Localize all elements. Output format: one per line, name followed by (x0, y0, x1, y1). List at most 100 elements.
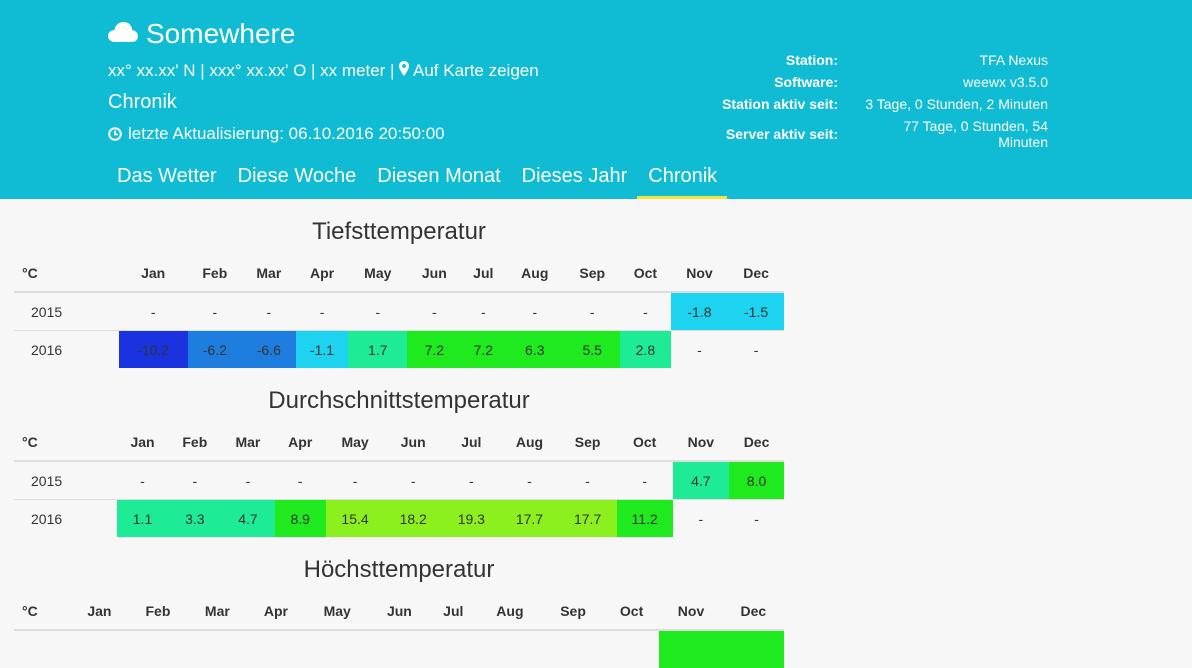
temperature-cell: - (558, 460, 617, 500)
month-header: Mar (221, 423, 275, 462)
year-cell (14, 629, 71, 668)
month-header: Apr (274, 423, 326, 462)
temperature-cell (247, 629, 305, 668)
temperature-cell: -1.5 (728, 291, 784, 331)
temperature-cell: 7.2 (461, 330, 506, 368)
unit-header: °C (14, 423, 117, 462)
clock-icon (108, 127, 122, 141)
temperature-cell: - (461, 291, 506, 331)
month-header: May (325, 423, 385, 462)
history-content: Tiefsttemperatur °C Jan Feb Mar Apr May Jun Jul A… (14, 199, 784, 668)
month-header: Aug (500, 423, 559, 462)
temperature-cell: 3.3 (168, 499, 222, 537)
station-info-value: weewx v3.5.0 (963, 74, 1048, 90)
temperature-cell (304, 629, 370, 668)
year-cell: 2016 (14, 499, 117, 537)
temperature-cell: - (118, 291, 188, 331)
temperature-table: °C Jan Feb Mar Apr May Jun Jul Aug Sep Oct Nov Dec 20… (14, 423, 784, 537)
temperature-cell: 18.2 (384, 499, 443, 537)
month-header: Oct (616, 423, 673, 462)
temperature-cell: -6.6 (241, 330, 296, 368)
month-header: Mar (187, 592, 248, 631)
month-header: Oct (620, 254, 671, 293)
month-header: Nov (670, 254, 729, 293)
month-header: Sep (542, 592, 604, 631)
header: Somewhere xx° xx.xx' N | xxx° xx.xx' O |… (0, 0, 1192, 199)
temperature-cell (659, 629, 723, 668)
temperature-cell: 4.7 (672, 460, 730, 500)
temperature-cell: -1.8 (670, 291, 729, 331)
temperature-cell: - (729, 499, 784, 537)
month-header: Feb (128, 592, 188, 631)
nav-tab-chronik[interactable]: Chronik (637, 160, 728, 199)
section-title: Höchsttemperatur (303, 556, 495, 583)
year-cell: 2015 (14, 291, 119, 331)
last-update-text: letzte Aktualisierung: 06.10.2016 20:50:… (128, 124, 445, 143)
month-header: Nov (672, 423, 730, 462)
year-cell: 2015 (14, 460, 117, 500)
unit-header: °C (14, 592, 71, 631)
nav-tab-diese-woche[interactable]: Diese Woche (227, 160, 367, 199)
temperature-cell (187, 629, 248, 668)
temperature-cell (542, 629, 604, 668)
section-title: Durchschnittstemperatur (268, 387, 530, 414)
temperature-cell: 1.1 (116, 499, 169, 537)
month-header: Jul (461, 254, 506, 293)
month-header: Feb (168, 423, 222, 462)
temperature-cell: 7.2 (407, 330, 462, 368)
temperature-cell: 17.7 (500, 499, 559, 537)
temperature-cell: - (672, 499, 730, 537)
cloud-icon (108, 18, 138, 50)
temperature-cell: 15.4 (325, 499, 385, 537)
temperature-cell: - (348, 291, 408, 331)
temperature-cell: - (670, 330, 729, 368)
temperature-cell: 5.5 (564, 330, 621, 368)
station-info-label: Station aktiv seit: (722, 96, 838, 112)
map-link[interactable]: Auf Karte zeigen (399, 61, 539, 80)
location-line: xx° xx.xx' N | xxx° xx.xx' O | xx meter … (108, 61, 539, 81)
map-marker-icon (399, 61, 410, 76)
temperature-cell: - (500, 460, 559, 500)
site-name: Somewhere (146, 18, 296, 49)
month-header: Oct (603, 592, 660, 631)
temperature-cell: - (187, 291, 242, 331)
nav-tab-diesen-monat[interactable]: Diesen Monat (366, 160, 510, 199)
temperature-table: °C Jan Feb Mar Apr May Jun Jul Aug Sep Oct Nov Dec (14, 592, 784, 668)
month-header: Apr (295, 254, 349, 293)
month-header: Jun (384, 423, 443, 462)
station-info-row: Server aktiv seit: 77 Tage, 0 Stunden, 54… (690, 118, 1048, 156)
main-nav: Das Wetter Diese Woche Diesen Monat Dieses … (106, 160, 728, 199)
temperature-cell: 19.3 (442, 499, 501, 537)
year-cell: 2016 (14, 330, 119, 368)
station-info-row: Station: TFA Nexus (690, 52, 1048, 74)
table-row (14, 629, 784, 668)
station-info-label: Server aktiv seit: (725, 126, 838, 142)
temperature-cell (722, 629, 784, 668)
station-info-value: 77 Tage, 0 Stunden, 54 Minuten (903, 118, 1048, 150)
temperature-cell: 8.0 (729, 460, 784, 500)
station-info-value: TFA Nexus (979, 52, 1048, 68)
temperature-cell (603, 629, 660, 668)
temperature-cell (70, 629, 129, 668)
station-info-label: Software: (774, 74, 838, 90)
month-header: Dec (729, 423, 784, 462)
station-info-row: Software: weewx v3.5.0 (690, 74, 1048, 96)
nav-tab-das-wetter[interactable]: Das Wetter (106, 160, 227, 199)
temperature-cell: - (295, 291, 349, 331)
month-header: Jun (407, 254, 462, 293)
temperature-cell: - (616, 460, 673, 500)
temperature-cell: - (241, 291, 296, 331)
nav-tab-dieses-jahr[interactable]: Dieses Jahr (511, 160, 638, 199)
temperature-cell (369, 629, 430, 668)
station-info-row: Station aktiv seit: 3 Tage, 0 Stunden, 2 … (690, 96, 1048, 118)
temperature-table: °C Jan Feb Mar Apr May Jun Jul Aug Sep Oct Nov Dec 20… (14, 254, 784, 368)
month-header: Mar (241, 254, 296, 293)
temperature-cell: - (620, 291, 671, 331)
page-title: Chronik (108, 91, 177, 113)
month-header: May (348, 254, 408, 293)
temperature-cell: 11.2 (616, 499, 673, 537)
temperature-cell: - (442, 460, 501, 500)
section-title: Tiefsttemperatur (312, 218, 486, 245)
table-row: 2015- - - - - - - - - - -1.8 -1.5 (14, 291, 784, 331)
temperature-cell: 17.7 (558, 499, 617, 537)
